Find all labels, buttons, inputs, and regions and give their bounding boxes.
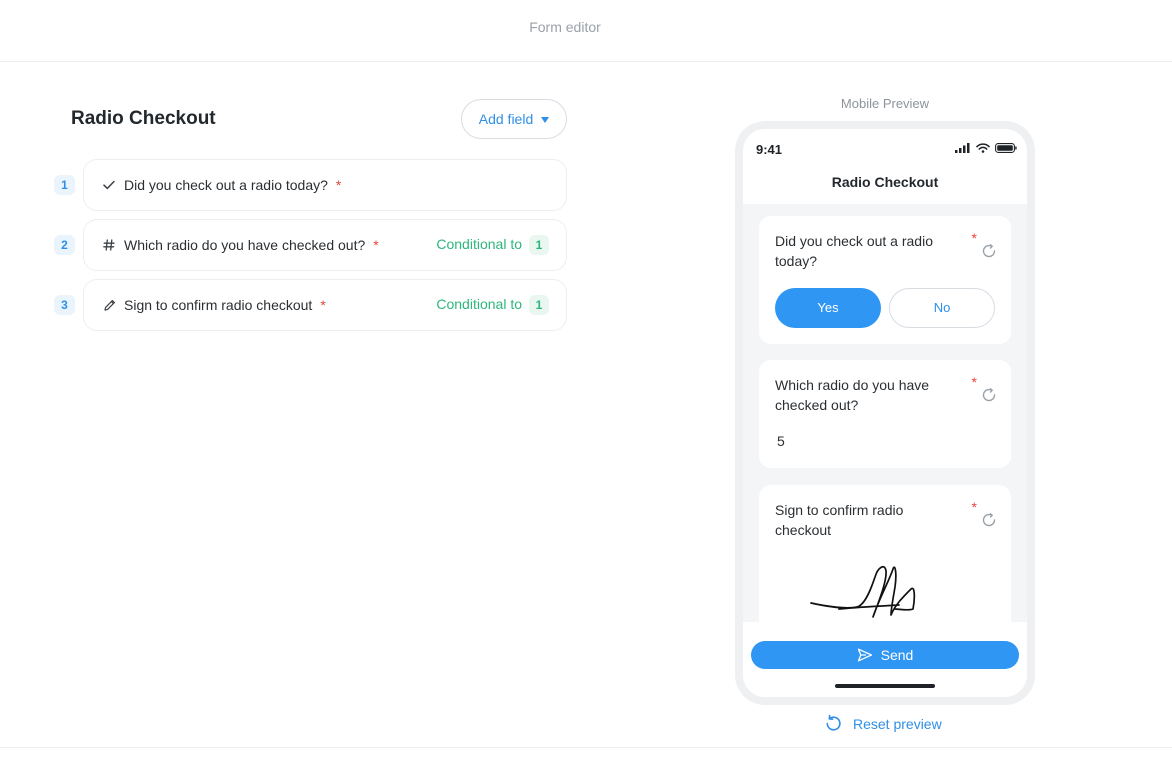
- send-icon: [857, 648, 872, 662]
- field-row: 1 Did you check out a radio today? *: [54, 159, 568, 211]
- signature-pad[interactable]: [799, 559, 939, 629]
- home-indicator: [835, 684, 935, 688]
- question-text: Which radio do you have checked out?: [775, 377, 930, 413]
- add-field-button[interactable]: Add field: [461, 99, 567, 139]
- reset-preview-button[interactable]: Reset preview: [824, 714, 942, 733]
- wifi-icon: [976, 143, 990, 153]
- field-card[interactable]: Which radio do you have checked out? * C…: [83, 219, 567, 271]
- status-time: 9:41: [756, 142, 783, 157]
- send-button[interactable]: Send: [751, 641, 1019, 669]
- preview-label: Mobile Preview: [840, 96, 930, 111]
- field-label: Sign to confirm radio checkout: [124, 297, 313, 313]
- required-marker: *: [971, 230, 977, 246]
- status-bar: 9:41: [743, 129, 1027, 169]
- conditional-target-badge[interactable]: 1: [529, 295, 549, 315]
- phone-screen: 9:41 Radio Checkout Did you check out a …: [743, 129, 1027, 697]
- field-card[interactable]: Did you check out a radio today? *: [83, 159, 567, 211]
- refresh-icon[interactable]: [981, 512, 997, 533]
- hash-icon: [102, 238, 116, 252]
- question-card: Did you check out a radio today? * Yes N…: [759, 216, 1011, 344]
- conditional-target-badge[interactable]: 1: [529, 235, 549, 255]
- page-title: Form editor: [529, 19, 601, 35]
- required-marker: *: [373, 237, 379, 253]
- app-title: Radio Checkout: [743, 169, 1027, 204]
- top-bar: Form editor: [0, 0, 1172, 62]
- phone-frame: 9:41 Radio Checkout Did you check out a …: [735, 121, 1035, 705]
- form-title: Radio Checkout: [71, 108, 216, 129]
- footer-divider: [0, 747, 1172, 748]
- required-marker: *: [335, 177, 342, 193]
- pencil-icon: [102, 298, 116, 312]
- required-marker: *: [320, 297, 326, 313]
- field-number-badge: 1: [54, 175, 75, 195]
- conditional-label: Conditional to: [436, 296, 522, 312]
- yes-button[interactable]: Yes: [775, 288, 881, 328]
- field-number-badge: 2: [54, 235, 75, 255]
- reset-icon: [826, 714, 841, 731]
- send-bar: Send: [743, 622, 1027, 697]
- add-field-label: Add field: [478, 111, 534, 127]
- required-marker: *: [971, 374, 977, 390]
- check-icon: [102, 178, 116, 192]
- field-card[interactable]: Sign to confirm radio checkout * Conditi…: [83, 279, 567, 331]
- answer-input[interactable]: 5: [777, 433, 785, 449]
- refresh-icon[interactable]: [981, 387, 997, 408]
- field-label: Which radio do you have checked out?: [124, 237, 366, 253]
- reset-preview-label: Reset preview: [853, 715, 942, 732]
- field-row: 2 Which radio do you have checked out? *…: [54, 219, 568, 271]
- send-label: Send: [880, 647, 914, 663]
- field-row: 3 Sign to confirm radio checkout * Condi…: [54, 279, 568, 331]
- signal-icon: [955, 143, 970, 153]
- refresh-icon[interactable]: [981, 243, 997, 264]
- status-icons: [955, 143, 1017, 153]
- required-marker: *: [971, 499, 977, 515]
- question-card: Sign to confirm radio checkout *: [759, 485, 1011, 635]
- conditional-label: Conditional to: [436, 236, 522, 252]
- question-card: Which radio do you have checked out? * 5: [759, 360, 1011, 468]
- question-text: Sign to confirm radio checkout: [775, 502, 904, 538]
- caret-down-icon: [541, 116, 550, 123]
- battery-icon: [995, 143, 1017, 153]
- field-number-badge: 3: [54, 295, 75, 315]
- field-label: Did you check out a radio today?: [124, 177, 328, 193]
- question-text: Did you check out a radio today?: [775, 233, 933, 269]
- no-button[interactable]: No: [889, 288, 995, 328]
